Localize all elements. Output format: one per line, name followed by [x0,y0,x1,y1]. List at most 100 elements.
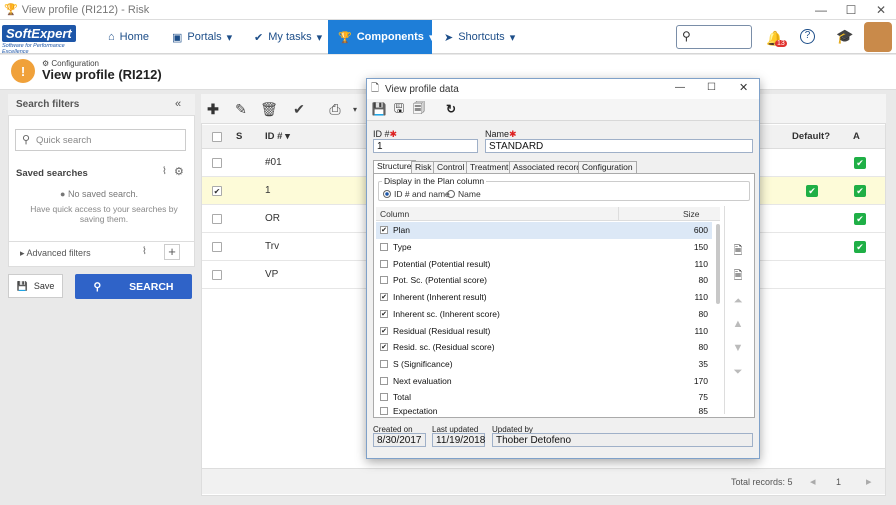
column-checkbox[interactable] [380,406,388,415]
close-button[interactable]: ✕ [866,0,896,20]
list-item[interactable]: ✔ Resid. sc. (Residual score) 80 [376,339,712,356]
next-page-icon[interactable]: ▸ [866,475,872,488]
radio-id-name[interactable]: ID # and name [383,189,450,199]
tab-risk[interactable]: Risk [411,161,436,173]
tab-treatment[interactable]: Treatment [466,161,513,173]
list-item[interactable]: Potential (Potential result) 110 [376,255,712,272]
column-checkbox[interactable]: ✔ [380,309,388,318]
row-checkbox[interactable] [212,158,222,168]
notification-badge: 13 [775,40,787,47]
save-new-icon[interactable]: 🗐 [411,101,427,117]
col-default[interactable]: Default? [792,131,830,142]
column-checkbox[interactable]: ✔ [380,326,388,335]
list-item[interactable]: ✔ Inherent (Inherent result) 110 [376,289,712,306]
id-field[interactable]: 1 [373,139,478,153]
global-search-input[interactable]: ⚲ [676,25,752,49]
add-icon[interactable]: ✚ [204,100,222,118]
edit-icon[interactable]: ✎ [232,100,250,118]
check-icon[interactable]: ✔ [290,100,308,118]
window-title: View profile (RI212) - Risk [21,3,150,16]
nav-portals[interactable]: ▣ Portals ▾ [172,20,232,54]
add-filter-button[interactable]: + [164,244,180,260]
broom-icon[interactable]: ⌇ [142,246,147,257]
move-bottom-icon[interactable]: ⏷ [730,364,746,380]
nav-home[interactable]: ⌂ Home [108,20,149,54]
list-item[interactable]: Type 150 [376,239,712,256]
avatar[interactable] [864,22,892,52]
graduation-cap-icon[interactable]: 🎓 [836,28,853,45]
save-icon[interactable]: 💾 [371,101,387,117]
list-item[interactable]: ✔ Inherent sc. (Inherent score) 80 [376,306,712,323]
move-top-icon[interactable]: ⏶ [730,293,746,309]
row-checkbox[interactable] [212,270,222,280]
print-icon[interactable]: ⎙ [326,100,344,118]
list-item[interactable]: S (Significance) 35 [376,356,712,373]
row-checkbox[interactable] [212,214,222,224]
row-id: VP [265,269,279,280]
chevron-down-icon: ▾ [509,31,516,44]
dialog-close-button[interactable]: ✕ [739,81,748,94]
list-item[interactable]: Expectation 85 [376,406,712,416]
col-s[interactable]: S [236,131,242,142]
display-label: Display in the Plan column [382,176,487,186]
select-all-checkbox[interactable] [212,132,222,142]
column-checkbox[interactable] [380,376,388,385]
column-checkbox[interactable] [380,276,388,285]
column-checkbox[interactable] [380,393,388,402]
tab-control[interactable]: Control [433,161,469,173]
list-item[interactable]: ✔ Plan 600 [376,222,712,239]
delete-icon[interactable]: 🗑 [260,100,278,118]
save-close-icon[interactable]: 🖫 [391,101,407,117]
nav-shortcuts[interactable]: ➤ Shortcuts ▾ [444,20,515,54]
minimize-button[interactable]: — [806,0,836,20]
move-up-icon[interactable]: ▲ [730,316,746,332]
column-checkbox[interactable] [380,243,388,252]
col-a[interactable]: A [853,131,860,142]
name-field[interactable]: STANDARD [485,139,753,153]
column-checkbox[interactable]: ✔ [380,293,388,302]
maximize-button[interactable]: ☐ [836,0,866,20]
column-checkbox[interactable] [380,259,388,268]
dialog-minimize-button[interactable]: — [675,82,685,93]
radio-name[interactable]: Name [447,189,481,199]
tab-configuration[interactable]: Configuration [578,161,637,173]
collapse-icon[interactable]: « [175,98,181,110]
tab-structure[interactable]: Structure [373,160,416,173]
list-item[interactable]: Total 75 [376,389,712,406]
help-icon[interactable]: ? [800,29,815,44]
active-check-icon: ✔ [854,157,866,169]
nav-my-tasks[interactable]: ✔ My tasks ▾ [254,20,322,54]
tab-associated-record[interactable]: Associated record [509,161,586,173]
col-id[interactable]: ID # ▾ [265,131,290,142]
list-item[interactable]: Next evaluation 170 [376,372,712,389]
prev-page-icon[interactable]: ◂ [810,475,816,488]
column-checkbox[interactable] [380,359,388,368]
broom-icon[interactable]: ⌇ [162,166,167,177]
search-button[interactable]: ⚲ SEARCH [75,274,192,299]
row-checkbox[interactable] [212,242,222,252]
list-scrollbar[interactable] [716,224,720,304]
advanced-filters-label[interactable]: ▸ Advanced filters [20,248,91,259]
page-number[interactable]: 1 [836,477,841,487]
doc-add-icon[interactable]: 🗎 [730,243,746,259]
dialog-maximize-button[interactable]: ☐ [707,82,716,93]
move-down-icon[interactable]: ▼ [730,340,746,356]
save-button[interactable]: 💾 Save [8,274,63,298]
column-checkbox[interactable]: ✔ [380,226,388,235]
chevron-down-icon: ▾ [226,31,233,44]
row-id: Trv [265,241,280,252]
radio-checked-icon [383,190,391,198]
list-item[interactable]: ✔ Residual (Residual result) 110 [376,322,712,339]
default-check-icon: ✔ [806,185,818,197]
chevron-down-icon[interactable]: ▾ [346,100,364,118]
gear-icon[interactable]: ⚙ [174,165,184,178]
row-checkbox[interactable]: ✔ [212,186,222,196]
chevron-down-icon: ▾ [316,31,323,44]
column-checkbox[interactable]: ✔ [380,343,388,352]
list-item[interactable]: Pot. Sc. (Potential score) 80 [376,272,712,289]
row-id: #01 [265,157,282,168]
doc-edit-icon[interactable]: 🗎 [730,268,746,284]
refresh-icon[interactable]: ↻ [443,101,459,117]
nav-components[interactable]: 🏆 Components ▾ [328,20,434,54]
quick-search-input[interactable]: ⚲ Quick search [15,129,186,151]
